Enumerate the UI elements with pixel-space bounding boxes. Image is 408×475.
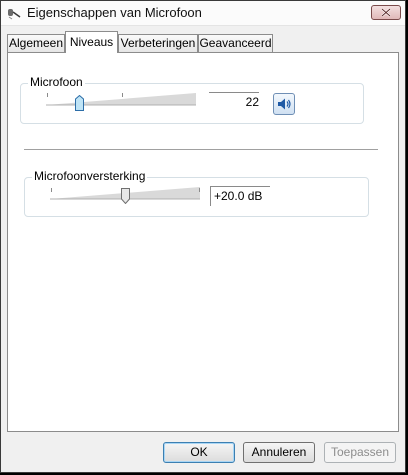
boost-slider-thumb[interactable] [121, 188, 130, 204]
tab-verbeteringen[interactable]: Verbeteringen [118, 34, 198, 52]
microphone-level-value[interactable]: 22 [209, 92, 259, 112]
section-divider [24, 149, 378, 151]
tab-geavanceerd[interactable]: Geavanceerd [198, 34, 273, 52]
close-button[interactable] [371, 5, 401, 20]
microphone-slider-thumb[interactable] [75, 95, 84, 111]
slider-tick [51, 188, 52, 192]
close-icon [381, 8, 391, 17]
microphone-label: Microfoon [28, 75, 85, 89]
microphone-app-icon [7, 6, 21, 20]
window-title: Eigenschappen van Microfoon [27, 5, 202, 20]
slider-tick [122, 93, 123, 97]
ok-button[interactable]: OK [163, 442, 235, 463]
slider-tick [47, 93, 48, 97]
mute-button[interactable] [273, 93, 295, 115]
speaker-icon [278, 98, 291, 110]
title-bar: Eigenschappen van Microfoon [1, 1, 405, 26]
apply-button[interactable]: Toepassen [324, 442, 396, 463]
tab-algemeen[interactable]: Algemeen [7, 34, 65, 52]
boost-label: Microfoonversterking [32, 169, 148, 183]
cancel-button[interactable]: Annuleren [243, 442, 315, 463]
properties-dialog: Eigenschappen van Microfoon Algemeen Niv… [0, 0, 406, 473]
tab-niveaus[interactable]: Niveaus [65, 31, 118, 53]
levels-panel: Microfoon 22 Microfoonversterking +20.0 … [7, 52, 399, 432]
slider-tick [199, 188, 200, 192]
boost-value[interactable]: +20.0 dB [210, 186, 270, 206]
